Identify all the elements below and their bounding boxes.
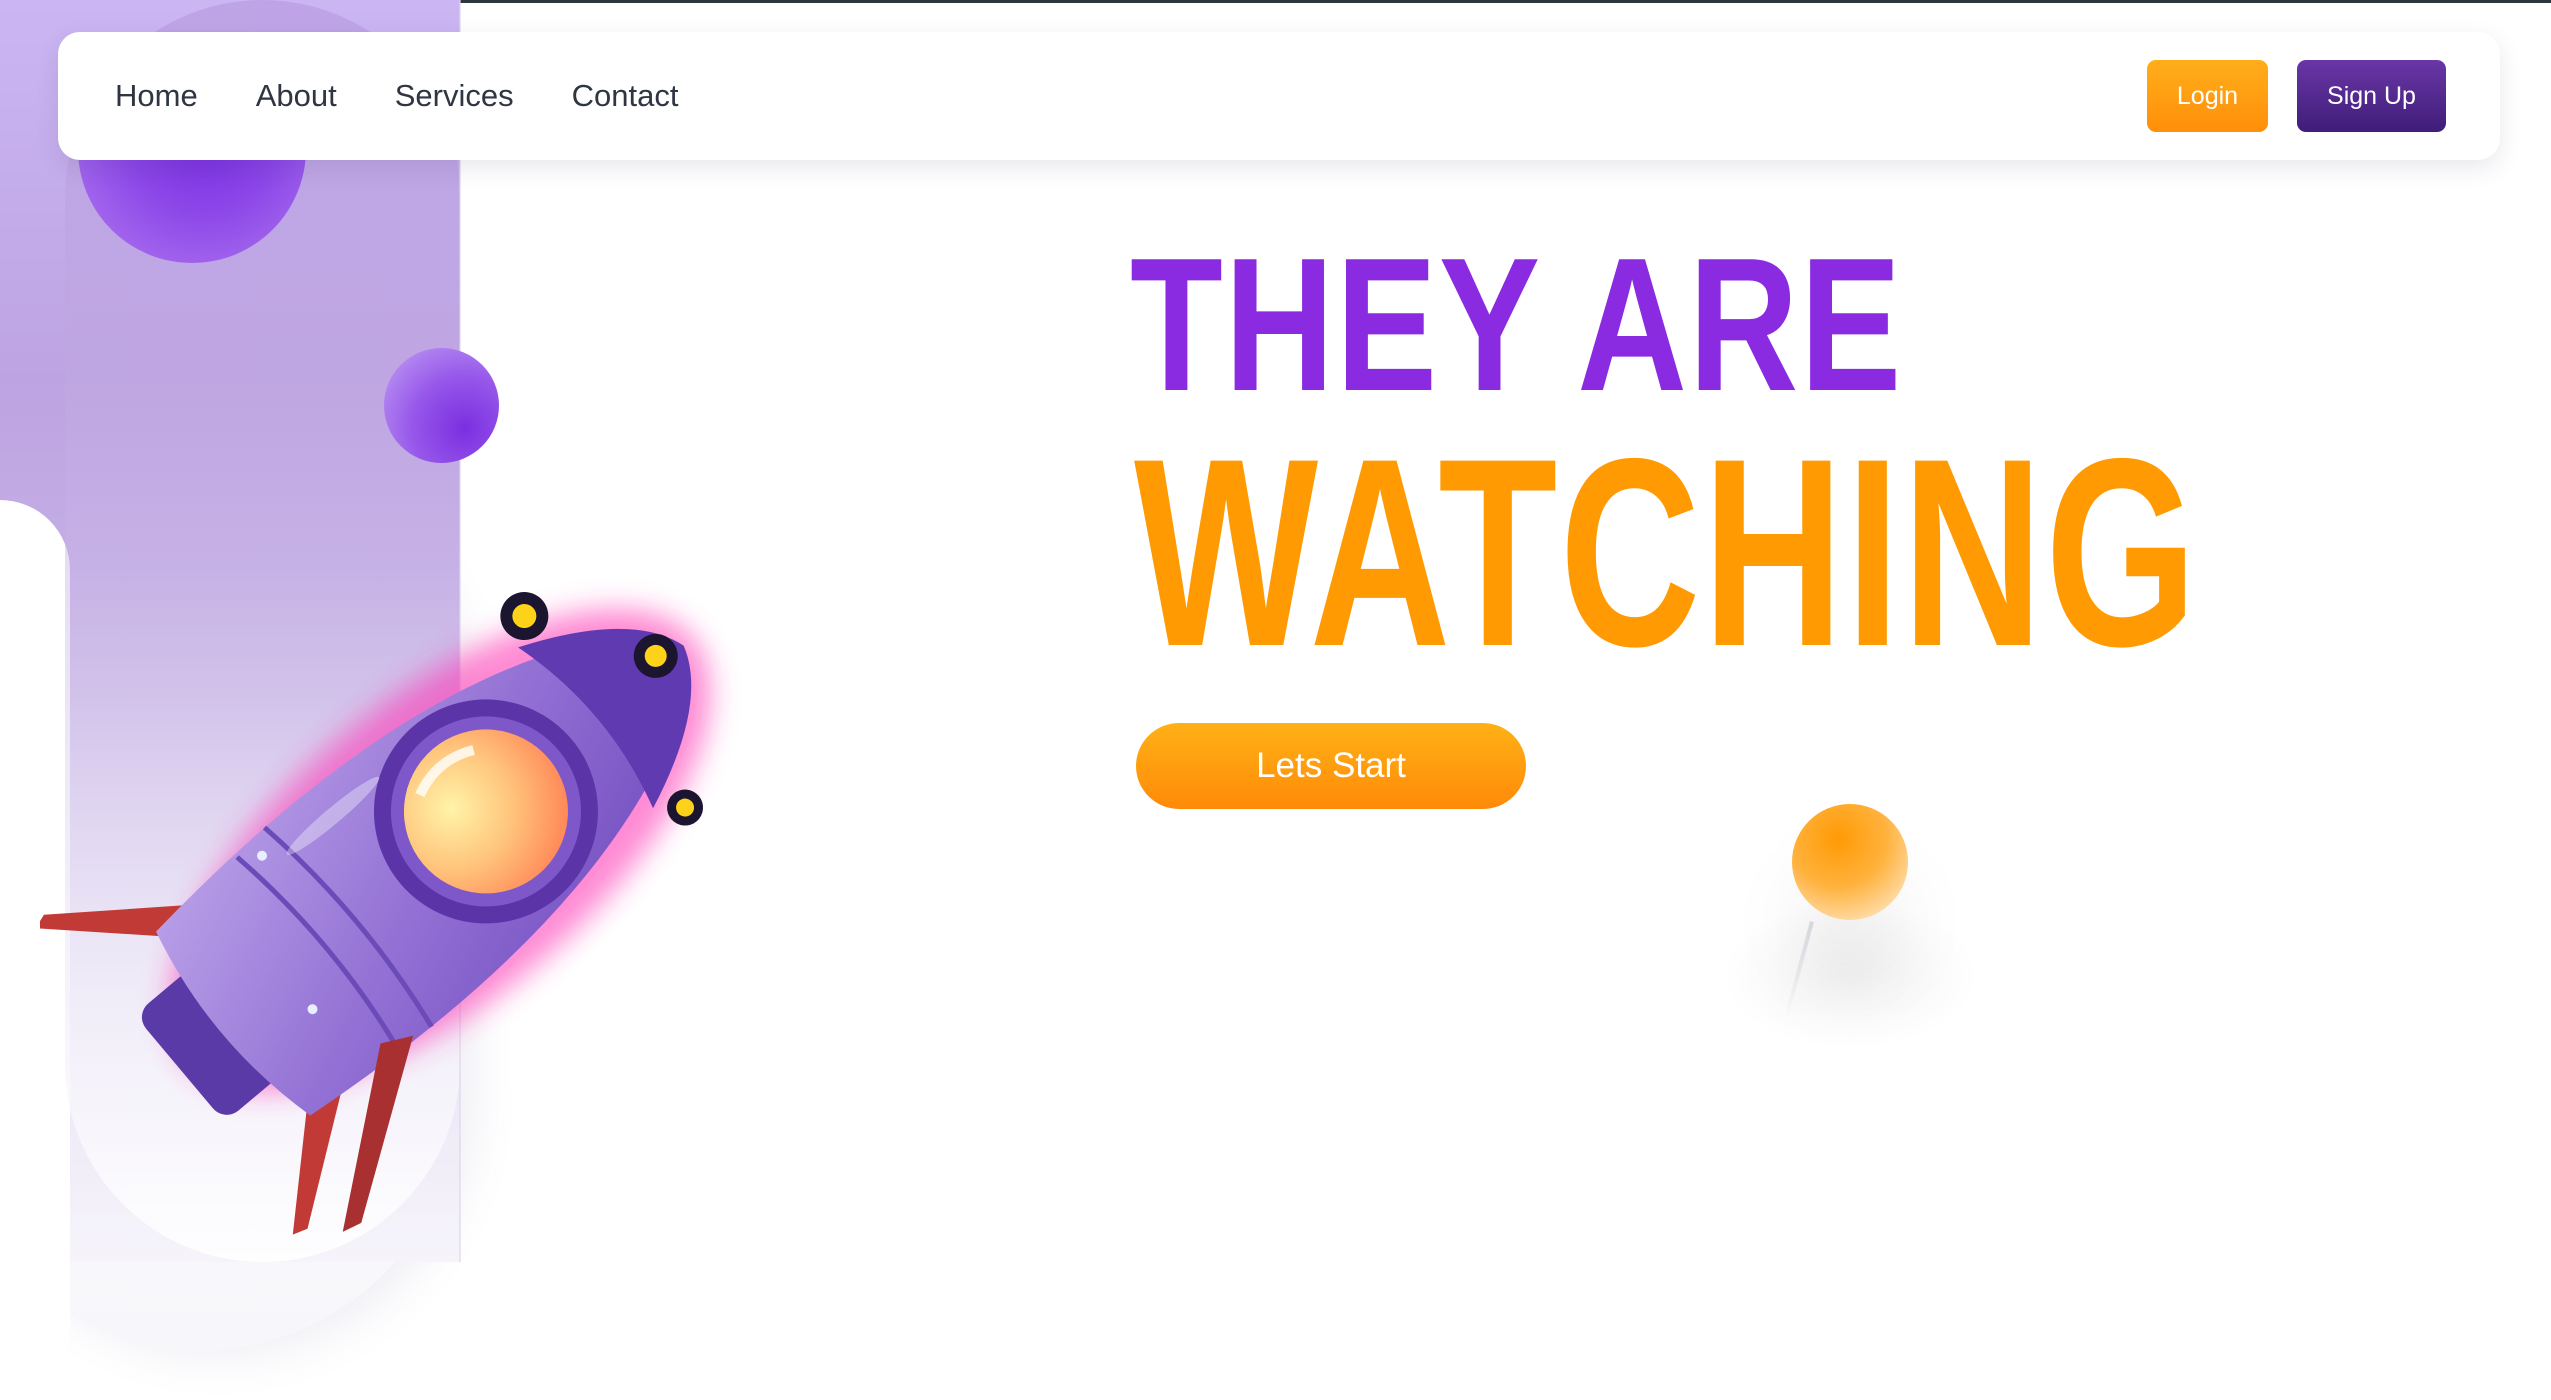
nav-link-home[interactable]: Home [115, 78, 198, 114]
nav-links: Home About Services Contact [115, 32, 678, 160]
signup-button[interactable]: Sign Up [2297, 60, 2446, 132]
nav-link-about[interactable]: About [256, 78, 337, 114]
login-button[interactable]: Login [2147, 60, 2268, 132]
hero-title-line1: THEY ARE [1130, 219, 1903, 431]
decorative-orb-shadow [1720, 900, 1980, 1050]
hero-title-line2: WATCHING [1134, 402, 2200, 702]
decorative-orb-purple-small [384, 348, 499, 463]
navbar: Home About Services Contact Login Sign U… [58, 32, 2500, 160]
lets-start-button[interactable]: Lets Start [1136, 723, 1526, 809]
nav-link-contact[interactable]: Contact [572, 78, 679, 114]
rocket-illustration [40, 592, 711, 1235]
nav-link-services[interactable]: Services [395, 78, 514, 114]
decorative-orb-orange [1792, 804, 1908, 920]
